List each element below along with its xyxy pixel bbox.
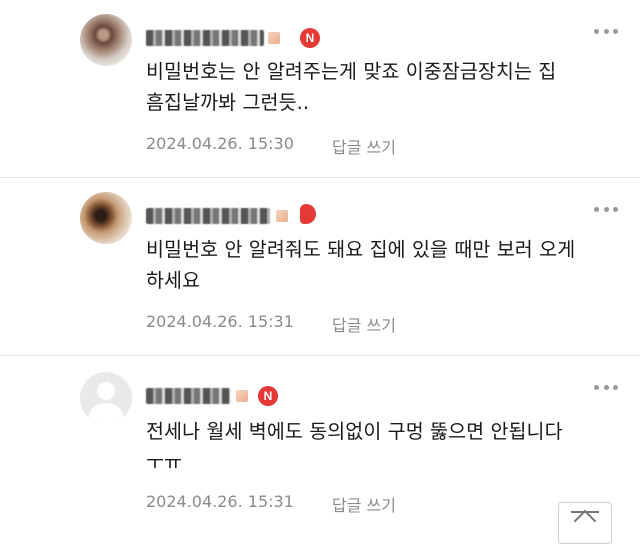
more-options-icon[interactable]	[594, 204, 618, 214]
reply-link[interactable]: 답글 쓰기	[332, 312, 396, 336]
avatar[interactable]	[80, 14, 132, 66]
comment-item: 비밀번호 안 알려줘도 돼요 집에 있을 때만 보러 오게 하세요 2024.0…	[0, 178, 640, 354]
author-emoji	[236, 390, 248, 402]
new-badge-icon: N	[300, 28, 320, 48]
comment-date: 2024.04.26. 15:31	[146, 492, 294, 511]
comment-text: 비밀번호 안 알려줘도 돼요 집에 있을 때만 보러 오게 하세요	[146, 238, 576, 292]
default-user-icon[interactable]	[80, 372, 132, 424]
arrow-up-icon	[573, 509, 597, 533]
more-options-icon[interactable]	[594, 26, 618, 36]
comment-text: 전세나 월세 벽에도 동의없이 구멍 뚫으면 안됩니다 ㅜㅠ	[146, 420, 563, 474]
author-name-blurred[interactable]	[146, 30, 264, 46]
comment-item: N 비밀번호는 안 알려주는게 맞죠 이중잠금장치는 집 흠집날까봐 그런듯..…	[0, 0, 640, 176]
author-name-blurred[interactable]	[146, 208, 270, 224]
more-options-icon[interactable]	[594, 382, 618, 392]
comment-item: N 전세나 월세 벽에도 동의없이 구멍 뚫으면 안됩니다 ㅜㅠ 2024.04…	[0, 356, 640, 528]
comment-date: 2024.04.26. 15:31	[146, 312, 294, 331]
reply-link[interactable]: 답글 쓰기	[332, 134, 396, 158]
comment-text: 비밀번호는 안 알려주는게 맞죠 이중잠금장치는 집 흠집날까봐 그런듯..	[146, 60, 557, 114]
author-emoji	[276, 210, 288, 222]
author-name-blurred[interactable]	[146, 388, 230, 404]
new-badge-icon: N	[258, 386, 278, 406]
avatar[interactable]	[80, 192, 132, 244]
comment-date: 2024.04.26. 15:30	[146, 134, 294, 153]
user-flag-icon	[300, 204, 316, 224]
author-emoji	[268, 32, 280, 44]
reply-link[interactable]: 답글 쓰기	[332, 492, 396, 516]
scroll-to-top-button[interactable]	[558, 502, 612, 544]
